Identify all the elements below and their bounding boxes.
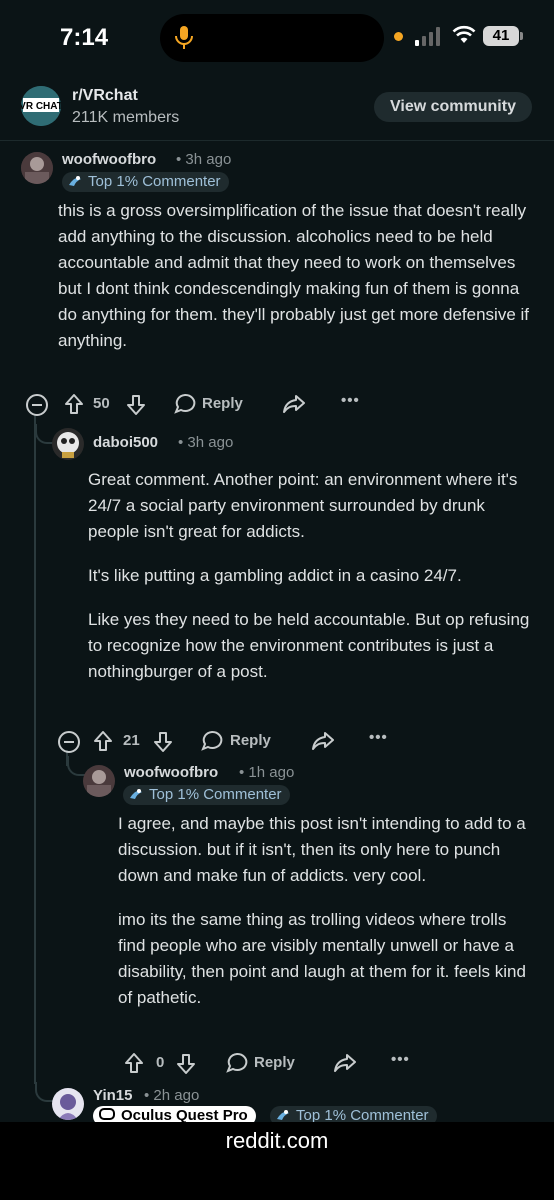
user-flair: Top 1% Commenter	[62, 172, 229, 192]
comment-paragraph: Great comment. Another point: an environ…	[88, 470, 518, 541]
community-name[interactable]: r/VRchat	[72, 87, 138, 105]
comment-author[interactable]: Yin15	[93, 1087, 132, 1104]
upvote-icon[interactable]	[93, 730, 113, 752]
share-icon[interactable]	[312, 731, 334, 751]
comment-author[interactable]: woofwoofbro	[124, 764, 218, 781]
vrchat-logo-text: VR CHAT	[21, 101, 61, 112]
user-avatar-icon	[21, 152, 53, 184]
cellular-signal-icon	[415, 27, 440, 46]
reply-icon[interactable]	[201, 730, 223, 752]
reply-button[interactable]: Reply	[230, 732, 271, 749]
collapse-thread-button[interactable]	[58, 731, 80, 753]
thread-curve-reply-2	[67, 756, 85, 776]
community-members: 211K members	[72, 109, 180, 126]
avatar[interactable]	[52, 1088, 84, 1120]
headset-icon	[99, 1108, 115, 1120]
downvote-icon[interactable]	[126, 394, 146, 416]
status-time: 7:14	[60, 24, 109, 51]
reply-button[interactable]: Reply	[202, 395, 243, 412]
comment-actions: 21 Reply •••	[56, 729, 546, 755]
comment-time: • 3h ago	[176, 151, 232, 168]
battery-cap	[520, 32, 523, 40]
comment-time-value: 2h ago	[153, 1087, 200, 1104]
thread-curve-reply-3	[35, 1082, 53, 1102]
comment-time-value: 1h ago	[248, 764, 295, 781]
wifi-icon	[452, 25, 476, 43]
comment-paragraph: this is a gross oversimplification of th…	[58, 201, 530, 350]
flair-label: Top 1% Commenter	[149, 786, 282, 803]
comment-actions: 50 Reply •••	[24, 392, 544, 418]
comment-paragraph: Like yes they need to be held accountabl…	[88, 610, 530, 681]
header-divider	[0, 140, 554, 141]
downvote-icon[interactable]	[153, 731, 173, 753]
community-avatar[interactable]: VR CHAT	[21, 86, 61, 126]
comment-body: Great comment. Another point: an environ…	[88, 467, 540, 703]
vote-count: 21	[123, 732, 140, 749]
thread-line-1	[34, 414, 36, 1084]
user-avatar-icon	[52, 428, 84, 460]
vrchat-logo-icon: VR CHAT	[21, 86, 61, 126]
comment-paragraph: I agree, and maybe this post isn't inten…	[118, 814, 526, 885]
share-icon[interactable]	[283, 394, 305, 414]
avatar[interactable]	[21, 152, 53, 184]
commenter-badge-icon	[130, 789, 142, 799]
recording-dot-icon	[394, 32, 403, 41]
commenter-badge-icon	[69, 176, 81, 186]
url-domain[interactable]: reddit.com	[0, 1128, 554, 1154]
reply-icon[interactable]	[226, 1052, 248, 1074]
comment-body: this is a gross oversimplification of th…	[58, 198, 536, 372]
comment-paragraph: It's like putting a gambling addict in a…	[88, 566, 462, 585]
microphone-icon	[175, 26, 193, 49]
user-flair: Top 1% Commenter	[123, 785, 290, 805]
downvote-icon[interactable]	[176, 1053, 196, 1075]
more-options-icon[interactable]: •••	[341, 392, 360, 409]
comment-time-value: 3h ago	[185, 151, 232, 168]
more-options-icon[interactable]: •••	[369, 729, 388, 746]
upvote-icon[interactable]	[124, 1052, 144, 1074]
flair-label: Top 1% Commenter	[88, 173, 221, 190]
user-avatar-icon	[52, 1088, 84, 1120]
more-options-icon[interactable]: •••	[391, 1051, 410, 1068]
battery-indicator: 41	[483, 26, 519, 46]
collapse-thread-button[interactable]	[26, 394, 48, 416]
comment-time-value: 3h ago	[187, 434, 234, 451]
comment-time: • 3h ago	[178, 434, 234, 451]
comment-paragraph: imo its the same thing as trolling video…	[118, 910, 526, 1007]
view-community-button[interactable]: View community	[374, 92, 532, 122]
thread-curve-reply-1	[35, 424, 53, 444]
user-avatar-icon	[83, 765, 115, 797]
comment-time: • 1h ago	[239, 764, 295, 781]
comment-author[interactable]: daboi500	[93, 434, 158, 451]
reply-icon[interactable]	[174, 393, 196, 415]
vote-count: 50	[93, 395, 110, 412]
avatar[interactable]	[83, 765, 115, 797]
upvote-icon[interactable]	[64, 393, 84, 415]
vote-count: 0	[156, 1054, 165, 1071]
comment-author[interactable]: woofwoofbro	[62, 151, 156, 168]
comment-time: • 2h ago	[144, 1087, 200, 1104]
reply-button[interactable]: Reply	[254, 1054, 295, 1071]
share-icon[interactable]	[334, 1053, 356, 1073]
comment-actions: 0 Reply •••	[124, 1051, 544, 1077]
comment-body: I agree, and maybe this post isn't inten…	[118, 811, 538, 1029]
avatar[interactable]	[52, 428, 84, 460]
commenter-badge-icon	[277, 1110, 289, 1120]
